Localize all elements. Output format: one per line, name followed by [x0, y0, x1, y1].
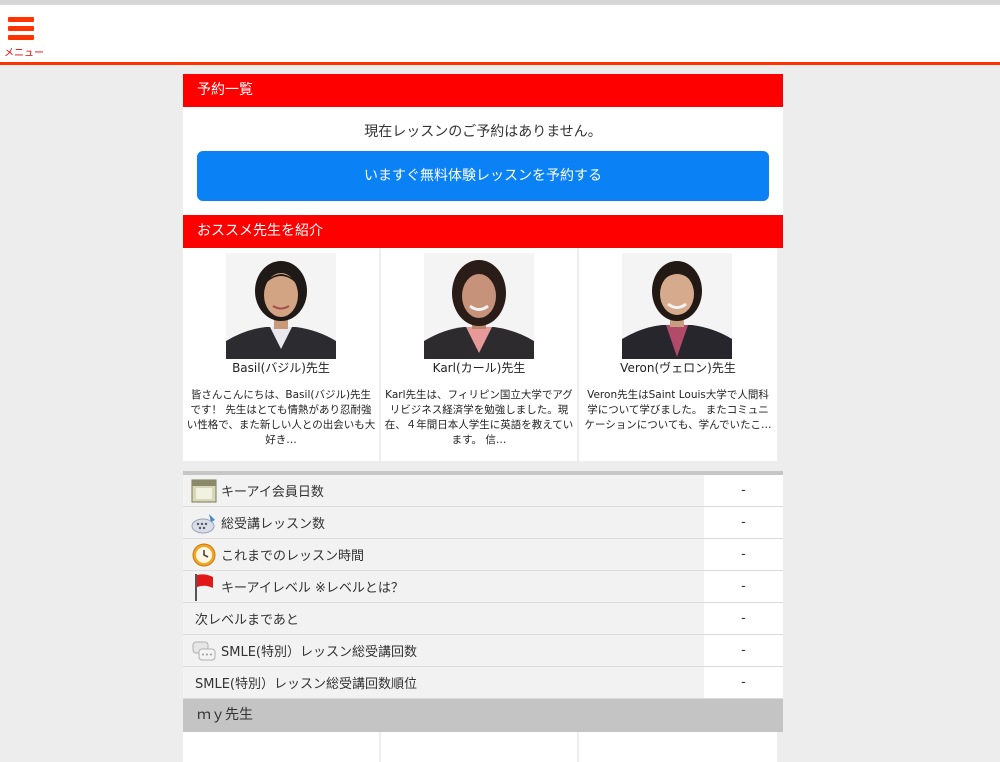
- flag-icon: [195, 574, 213, 601]
- stat-row-level: キーアイレベル ※レベルとは？ -: [183, 571, 783, 603]
- teacher-card-karl[interactable]: Karl(カール)先生 Karl先生は、フィリピン国立大学でアグリビジネス経済学…: [381, 248, 577, 461]
- stat-label: キーアイ会員日数: [221, 485, 324, 500]
- calendar-icon: [191, 479, 217, 503]
- stat-value: -: [704, 667, 783, 698]
- my-teacher-card[interactable]: [579, 732, 777, 762]
- teacher-name: Veron(ヴェロン)先生: [620, 361, 736, 375]
- menu-label: メニュー: [4, 48, 44, 59]
- teacher-description: Veron先生はSaint Louis大学で人間科学について学びました。 またコ…: [584, 389, 772, 431]
- stat-row-smle-rank: SMLE(特別）レッスン総受講回数順位 -: [183, 667, 783, 699]
- stat-label: 総受講レッスン数: [221, 517, 326, 532]
- chat-bubbles-icon: [192, 641, 216, 661]
- recommended-teachers-title: おススメ先生を紹介: [183, 215, 783, 248]
- reservations-panel: 現在レッスンのご予約はありません。 いますぐ無料体験レッスンを予約する: [183, 107, 783, 215]
- site-header: メニュー: [0, 5, 1000, 65]
- stats-table: キーアイ会員日数 - 総受講レッスン数 - これまでのレッスン時間 - キーアイ…: [183, 475, 783, 699]
- my-teacher-card[interactable]: [381, 732, 577, 762]
- clock-icon: [192, 543, 216, 567]
- stat-row-next-level: 次レベルまであと -: [183, 603, 783, 635]
- stat-value: -: [704, 539, 783, 570]
- teacher-description: 皆さんこんにちは、Basil(バジル)先生です！ 先生はとても情熱があり忍耐強い…: [186, 389, 376, 446]
- stat-label[interactable]: キーアイレベル ※レベルとは？: [221, 577, 404, 596]
- stat-row-membership-days: キーアイ会員日数 -: [183, 475, 783, 507]
- stat-value: -: [704, 635, 783, 666]
- reservations-title: 予約一覧: [183, 74, 783, 107]
- hamburger-icon: [8, 17, 34, 40]
- teacher-description: Karl先生は、フィリピン国立大学でアグリビジネス経済学を勉強しました。現在、４…: [384, 389, 574, 446]
- stat-label: SMLE(特別）レッスン総受講回数順位: [195, 677, 417, 692]
- menu-button[interactable]: メニュー: [4, 15, 48, 59]
- stat-value: -: [704, 507, 783, 538]
- teacher-card-basil[interactable]: Basil(バジル)先生 皆さんこんにちは、Basil(バジル)先生です！ 先生…: [183, 248, 379, 461]
- stat-row-smle-total: SMLE(特別）レッスン総受講回数 -: [183, 635, 783, 667]
- teacher-name: Basil(バジル)先生: [232, 361, 330, 375]
- teacher-name: Karl(カール)先生: [432, 361, 526, 375]
- stat-value: -: [704, 475, 783, 506]
- book-free-trial-button[interactable]: いますぐ無料体験レッスンを予約する: [197, 151, 769, 201]
- stat-row-lesson-time: これまでのレッスン時間 -: [183, 539, 783, 571]
- my-teacher-card[interactable]: [183, 732, 379, 762]
- teacher-photo: [226, 253, 336, 359]
- teacher-card-veron[interactable]: Veron(ヴェロン)先生 Veron先生はSaint Louis大学で人間科学…: [579, 248, 777, 461]
- my-teachers-list: [183, 732, 783, 762]
- stat-row-total-lessons: 総受講レッスン数 -: [183, 507, 783, 539]
- stat-label: SMLE(特別）レッスン総受講回数: [221, 645, 417, 660]
- stat-label: 次レベルまであと: [195, 613, 299, 628]
- main-content: 予約一覧 現在レッスンのご予約はありません。 いますぐ無料体験レッスンを予約する…: [183, 74, 783, 762]
- no-reservation-message: 現在レッスンのご予約はありません。: [364, 124, 602, 140]
- teacher-photo: [424, 253, 534, 359]
- stat-label: これまでのレッスン時間: [221, 549, 365, 564]
- stat-value: -: [704, 603, 783, 634]
- stat-value: -: [704, 571, 783, 602]
- my-teachers-title: ｍｙ先生: [183, 699, 783, 732]
- keyboard-icon: [191, 514, 215, 534]
- teacher-photo: [622, 253, 732, 359]
- recommended-teachers-list: Basil(バジル)先生 皆さんこんにちは、Basil(バジル)先生です！ 先生…: [183, 248, 783, 461]
